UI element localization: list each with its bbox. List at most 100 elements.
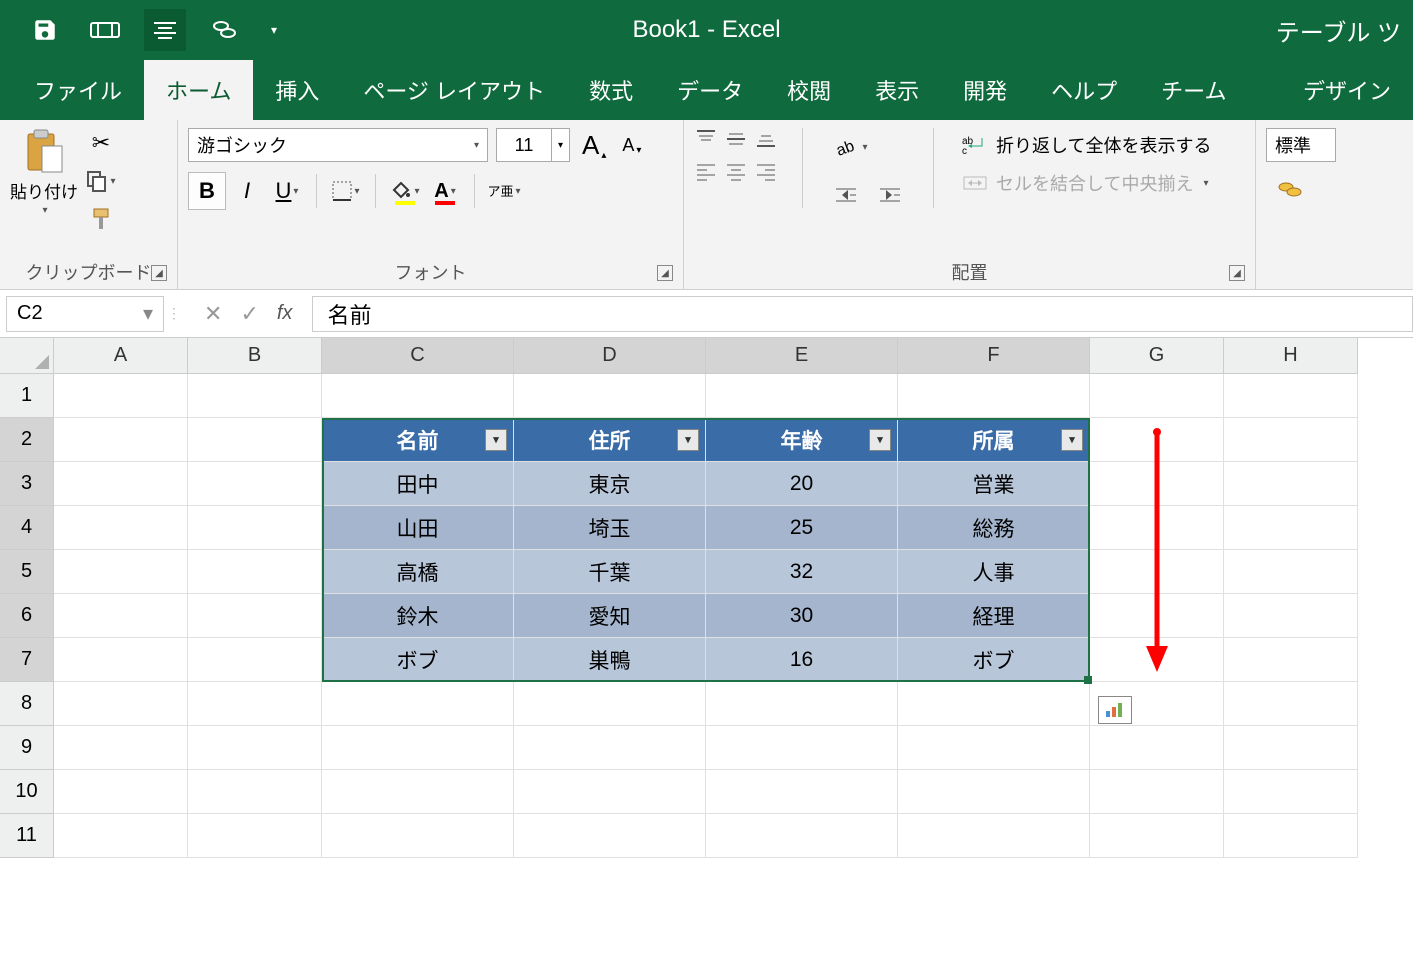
- row-header[interactable]: 5: [0, 550, 54, 594]
- tab-review[interactable]: 校閲: [765, 60, 853, 120]
- col-header-D[interactable]: D: [514, 338, 706, 374]
- cell[interactable]: [1224, 462, 1358, 506]
- cell[interactable]: [54, 726, 188, 770]
- cell[interactable]: [898, 814, 1090, 858]
- row-header[interactable]: 3: [0, 462, 54, 506]
- name-box[interactable]: C2 ▾: [6, 296, 164, 332]
- table-cell[interactable]: 20: [706, 462, 898, 506]
- table-cell[interactable]: 32: [706, 550, 898, 594]
- cell[interactable]: [322, 814, 514, 858]
- cell[interactable]: [1224, 550, 1358, 594]
- cell[interactable]: [188, 682, 322, 726]
- cell[interactable]: [54, 770, 188, 814]
- cell[interactable]: [322, 770, 514, 814]
- chevron-down-icon[interactable]: ▾: [552, 128, 570, 162]
- select-all-corner[interactable]: [0, 338, 54, 374]
- font-color-button[interactable]: A ▾: [426, 172, 464, 210]
- align-top-button[interactable]: [694, 128, 718, 150]
- accounting-format-button[interactable]: [1266, 174, 1314, 204]
- cell[interactable]: [188, 374, 322, 418]
- cell[interactable]: [1224, 418, 1358, 462]
- orientation-button[interactable]: ab ▾: [827, 128, 875, 166]
- cell[interactable]: [706, 726, 898, 770]
- table-header-cell[interactable]: 名前▾: [322, 418, 514, 462]
- cell[interactable]: [322, 682, 514, 726]
- row-header[interactable]: 6: [0, 594, 54, 638]
- paste-button[interactable]: 貼り付け ▾: [10, 128, 78, 216]
- row-header[interactable]: 10: [0, 770, 54, 814]
- align-right-button[interactable]: [754, 160, 778, 182]
- table-header-cell[interactable]: 住所▾: [514, 418, 706, 462]
- save-icon[interactable]: [24, 9, 66, 51]
- cell[interactable]: [188, 770, 322, 814]
- cell[interactable]: [514, 726, 706, 770]
- cell[interactable]: [322, 374, 514, 418]
- currency-format-icon[interactable]: [204, 9, 246, 51]
- cell[interactable]: [54, 594, 188, 638]
- cut-button[interactable]: ✂: [86, 128, 116, 158]
- dialog-launcher-icon[interactable]: ◢: [657, 265, 673, 281]
- col-header-F[interactable]: F: [898, 338, 1090, 374]
- italic-button[interactable]: I: [228, 172, 266, 210]
- cell[interactable]: [54, 550, 188, 594]
- cell[interactable]: [54, 462, 188, 506]
- bold-button[interactable]: B: [188, 172, 226, 210]
- cell[interactable]: [706, 682, 898, 726]
- row-header[interactable]: 9: [0, 726, 54, 770]
- cell[interactable]: [1224, 594, 1358, 638]
- cell[interactable]: [188, 594, 322, 638]
- fill-color-button[interactable]: ▾: [386, 172, 424, 210]
- table-cell[interactable]: 鈴木: [322, 594, 514, 638]
- tab-developer[interactable]: 開発: [941, 60, 1029, 120]
- cell[interactable]: [188, 638, 322, 682]
- dialog-launcher-icon[interactable]: ◢: [151, 265, 167, 281]
- table-cell[interactable]: 経理: [898, 594, 1090, 638]
- filter-dropdown-icon[interactable]: ▾: [677, 429, 699, 451]
- table-cell[interactable]: 千葉: [514, 550, 706, 594]
- tab-team[interactable]: チーム: [1139, 60, 1248, 120]
- cell[interactable]: [1224, 814, 1358, 858]
- tab-view[interactable]: 表示: [853, 60, 941, 120]
- tab-home[interactable]: ホーム: [144, 60, 253, 120]
- table-cell[interactable]: 山田: [322, 506, 514, 550]
- row-header[interactable]: 8: [0, 682, 54, 726]
- cell[interactable]: [1090, 770, 1224, 814]
- cell[interactable]: [898, 374, 1090, 418]
- table-cell[interactable]: 30: [706, 594, 898, 638]
- cell[interactable]: [1224, 682, 1358, 726]
- row-header[interactable]: 7: [0, 638, 54, 682]
- cell[interactable]: [54, 682, 188, 726]
- qat-customize-icon[interactable]: ▾: [264, 9, 284, 51]
- cell[interactable]: [188, 726, 322, 770]
- cell[interactable]: [188, 550, 322, 594]
- cell[interactable]: [1090, 374, 1224, 418]
- tab-formulas[interactable]: 数式: [567, 60, 655, 120]
- tab-file[interactable]: ファイル: [12, 60, 144, 120]
- cell[interactable]: [706, 814, 898, 858]
- col-header-B[interactable]: B: [188, 338, 322, 374]
- cell[interactable]: [54, 638, 188, 682]
- row-header[interactable]: 11: [0, 814, 54, 858]
- number-format-select[interactable]: 標準: [1266, 128, 1336, 162]
- fx-icon[interactable]: fx: [277, 302, 293, 325]
- table-cell[interactable]: ボブ: [322, 638, 514, 682]
- format-painter-button[interactable]: [86, 204, 116, 234]
- row-header[interactable]: 2: [0, 418, 54, 462]
- touch-mode-icon[interactable]: [84, 9, 126, 51]
- cell[interactable]: [54, 374, 188, 418]
- decrease-font-button[interactable]: A▾: [618, 135, 645, 156]
- wrap-text-button[interactable]: abc 折り返して全体を表示する: [962, 132, 1211, 158]
- cell[interactable]: [54, 814, 188, 858]
- table-header-cell[interactable]: 年齢▾: [706, 418, 898, 462]
- col-header-A[interactable]: A: [54, 338, 188, 374]
- phonetic-button[interactable]: ア亜 ▾: [485, 172, 523, 210]
- decrease-indent-button[interactable]: [827, 176, 865, 214]
- cell[interactable]: [54, 418, 188, 462]
- cell[interactable]: [1224, 638, 1358, 682]
- cell[interactable]: [1090, 726, 1224, 770]
- enter-formula-icon[interactable]: ✓: [240, 301, 258, 327]
- cancel-formula-icon[interactable]: ✕: [204, 301, 222, 327]
- table-cell[interactable]: 愛知: [514, 594, 706, 638]
- row-header[interactable]: 4: [0, 506, 54, 550]
- table-cell[interactable]: 高橋: [322, 550, 514, 594]
